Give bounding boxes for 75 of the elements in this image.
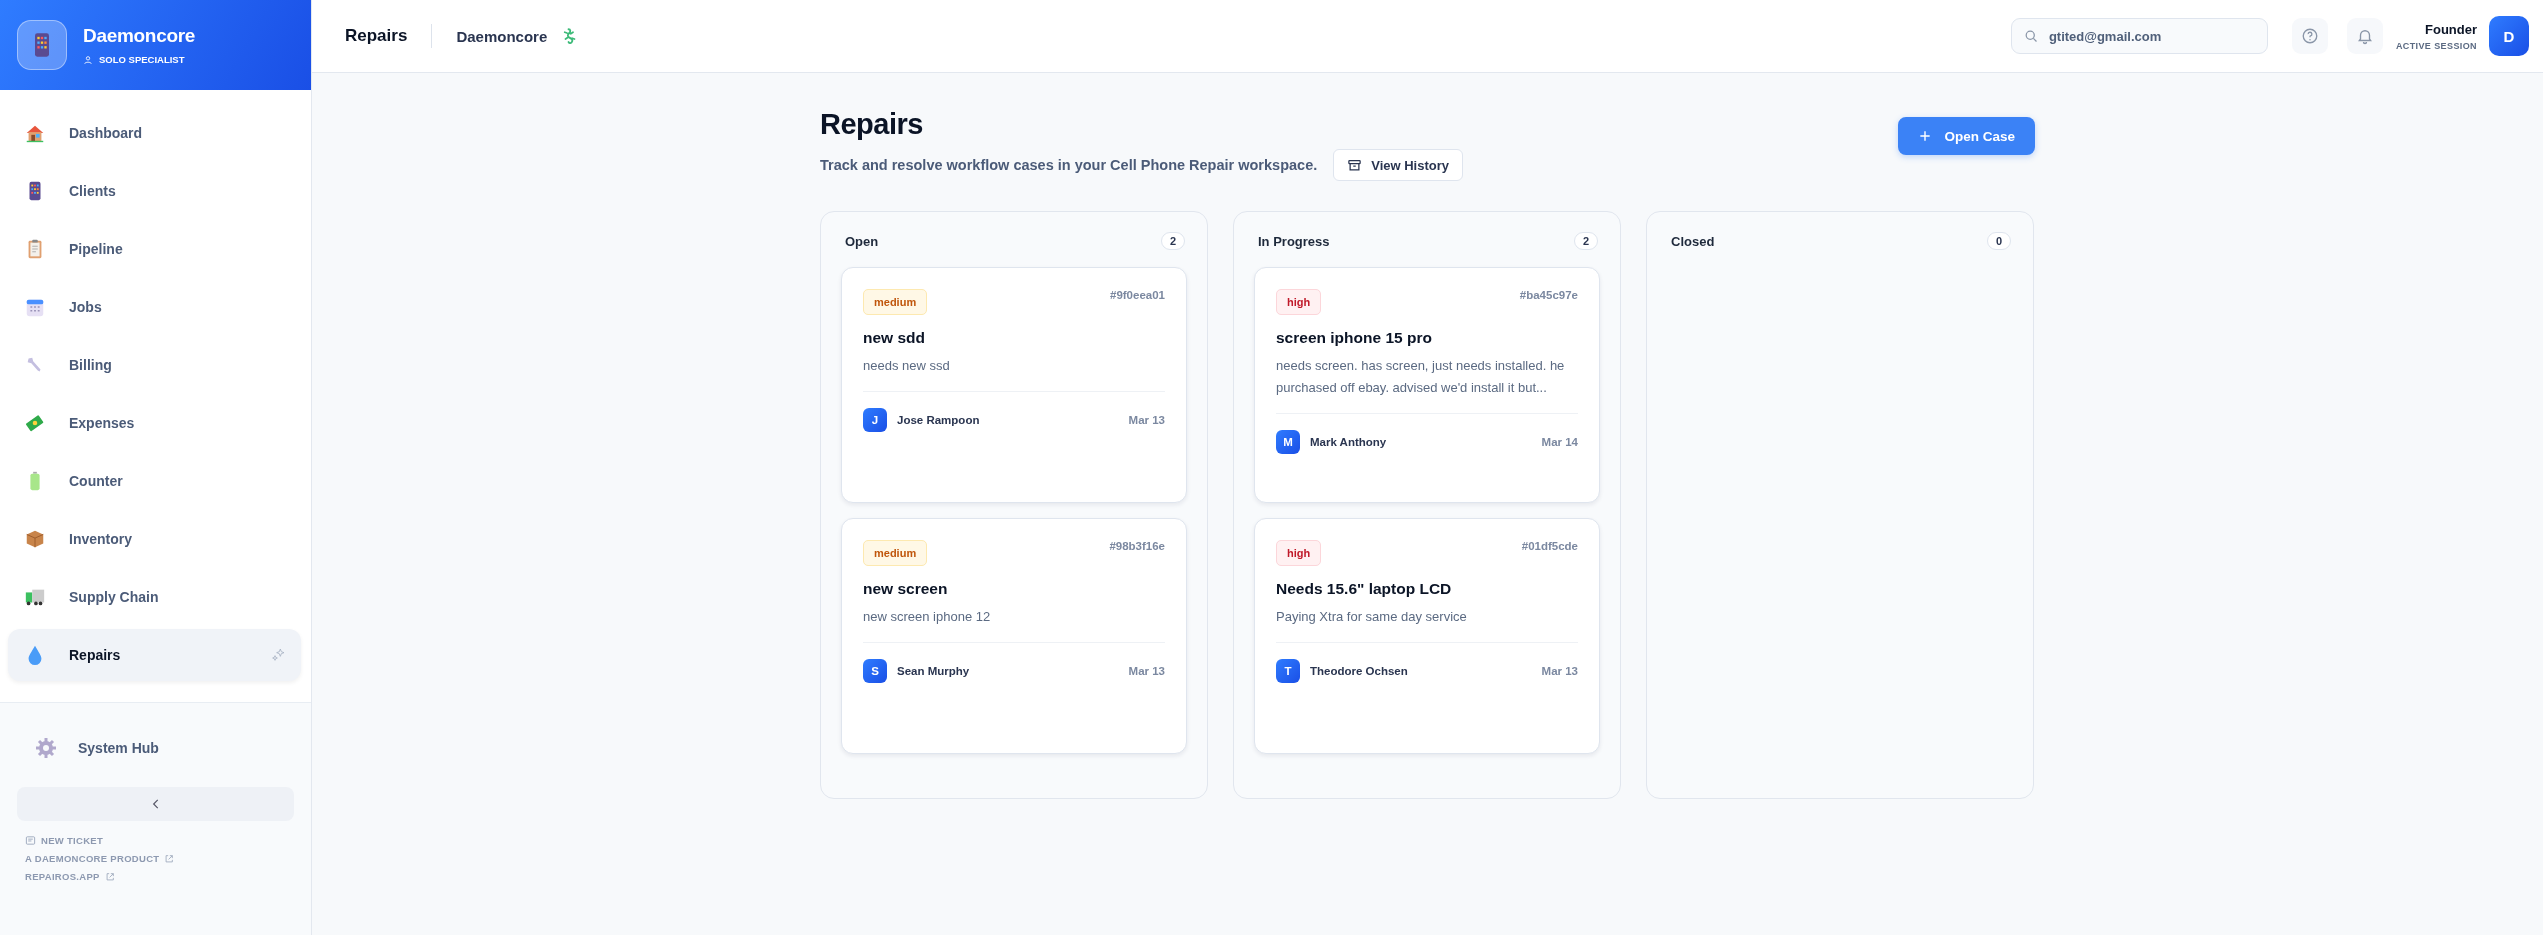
case-id: #ba45c97e	[1519, 289, 1578, 301]
view-history-button[interactable]: View History	[1333, 149, 1464, 181]
ticket-icon	[25, 835, 36, 846]
client-name: Theodore Ochsen	[1310, 665, 1409, 677]
notifications-button[interactable]	[2346, 18, 2383, 54]
nav-item[interactable]: Expenses	[8, 394, 301, 452]
nav-item[interactable]: Counter	[8, 452, 301, 510]
client-avatar: T	[1276, 659, 1300, 683]
external-link-icon	[164, 853, 175, 864]
nav-item[interactable]: Supply Chain	[8, 568, 301, 626]
nav-item[interactable]: Repairs	[8, 629, 301, 681]
nav-item[interactable]: Inventory	[8, 510, 301, 568]
role-label: SOLO SPECIALIST	[99, 54, 185, 65]
session-status: ACTIVE SESSION	[2395, 40, 2477, 51]
case-date: Mar 13	[1128, 665, 1165, 677]
case-card[interactable]: medium #98b3f16e new screen new screen iphone 12 S Sean Murphy Mar 13	[841, 518, 1187, 754]
archive-icon	[1347, 157, 1363, 173]
user-icon	[83, 54, 93, 65]
case-description: Paying Xtra for same day service	[1276, 608, 1468, 626]
case-date: Mar 13	[1128, 414, 1165, 426]
search-field[interactable]: gtited@gmail.com	[2010, 18, 2268, 54]
case-id: #01df5cde	[1521, 540, 1578, 552]
page-subtitle: Track and resolve workflow cases in your Cell Phone Repair workspace.	[820, 157, 1318, 173]
column-title: Open	[845, 233, 879, 249]
help-button[interactable]	[2291, 18, 2328, 54]
priority-tag: high	[1276, 289, 1322, 315]
case-description: needs screen. has screen, just needs installed. he purchased off ebay. advised we'd install it but...	[1276, 357, 1566, 397]
column-title: In Progress	[1258, 233, 1330, 249]
case-title: new sdd	[863, 329, 926, 347]
help-icon	[2300, 27, 2319, 45]
search-icon	[2023, 28, 2039, 44]
client-name: Jose Rampoon	[897, 414, 981, 426]
nav-item[interactable]: Jobs	[8, 278, 301, 336]
brand-name: Daemoncore	[83, 25, 196, 47]
plus-icon	[1918, 129, 1933, 143]
case-title: Needs 15.6" laptop LCD	[1276, 580, 1453, 598]
client-name: Mark Anthony	[1310, 436, 1388, 448]
page-title: Repairs	[820, 108, 924, 141]
user-name: Founder	[2424, 21, 2477, 37]
case-title: screen iphone 15 pro	[1276, 329, 1433, 347]
column-count: 2	[1160, 232, 1185, 250]
column-title: Closed	[1671, 233, 1715, 249]
case-id: #98b3f16e	[1109, 540, 1165, 552]
page-breadcrumb: Repairs	[345, 26, 408, 46]
priority-tag: medium	[863, 289, 928, 315]
case-date: Mar 14	[1541, 436, 1578, 448]
client-name: Sean Murphy	[897, 665, 971, 677]
client-avatar: S	[863, 659, 887, 683]
case-id: #9f0eea01	[1110, 289, 1165, 301]
case-date: Mar 13	[1541, 665, 1578, 677]
client-avatar: M	[1276, 430, 1300, 454]
nav-item[interactable]: Pipeline	[8, 220, 301, 278]
user-avatar[interactable]: D	[2489, 16, 2529, 56]
gear-icon	[34, 736, 58, 760]
case-description: new screen iphone 12	[863, 608, 992, 626]
case-description: needs new ssd	[863, 357, 951, 375]
case-card[interactable]: high #ba45c97e screen iphone 15 pro needs screen. has screen, just needs installed. he purchased off ebay. advised we'd install it but... M Mark Anthony Mar 14	[1254, 267, 1600, 503]
priority-tag: medium	[863, 540, 928, 566]
workspace-name: Daemoncore	[456, 27, 548, 45]
case-card[interactable]: high #01df5cde Needs 15.6" laptop LCD Paying Xtra for same day service T Theodore Ochsen Mar 13	[1254, 518, 1600, 754]
money-icon	[24, 412, 46, 434]
system-hub-link[interactable]: System Hub	[17, 715, 294, 779]
case-card[interactable]: medium #9f0eea01 new sdd needs new ssd J Jose Rampoon Mar 13	[841, 267, 1187, 503]
column-count: 2	[1573, 232, 1598, 250]
open-case-button[interactable]: Open Case	[1898, 117, 2035, 155]
nav-item[interactable]: Dashboard	[8, 104, 301, 162]
client-avatar: J	[863, 408, 887, 432]
external-link-icon	[104, 871, 115, 882]
nav-item[interactable]: Clients	[8, 162, 301, 220]
box-icon	[24, 528, 46, 550]
case-title: new screen	[863, 580, 949, 598]
column-count: 0	[1986, 232, 2011, 250]
sparkle-icon	[271, 647, 287, 663]
priority-tag: high	[1276, 540, 1322, 566]
nav-item[interactable]: Billing	[8, 336, 301, 394]
